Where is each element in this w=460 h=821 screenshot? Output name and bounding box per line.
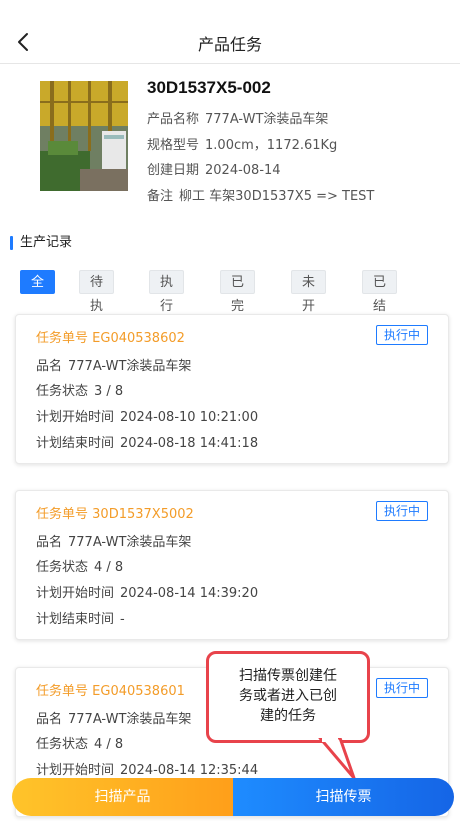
product-date-value: 2024-08-14 [205,163,281,178]
bottom-action-bar: 扫描产品 扫描传票 [12,778,454,816]
status-badge: 执行中 [375,678,428,698]
filter-completed[interactable]: 已完成 [220,270,256,338]
callout-annotation: 扫描传票创建任 务或者进入已创 建的任务 [206,651,370,743]
task-state: 任务状态 3 / 8 [36,384,124,399]
callout-text: 扫描传票创建任 务或者进入已创 建的任务 [239,668,337,724]
product-code: 30D1537X5-002 [147,78,271,97]
product-name-value: 777A-WT涂装品车架 [205,112,329,127]
task-state: 任务状态 4 / 8 [36,560,124,575]
task-number: 任务单号 30D1537X5002 [36,507,194,522]
product-info-panel: 30D1537X5-002 产品名称 777A-WT涂装品车架 规格型号 1.00c… [0,64,460,222]
task-plan-start: 计划开始时间 2024-08-14 14:39:20 [36,586,259,601]
product-name-row: 产品名称 777A-WT涂装品车架 [147,108,328,127]
callout-pointer [318,738,356,780]
task-product-name: 品名 777A-WT涂装品车架 [36,359,192,374]
product-remark-value: 柳工 车架30D1537X5 => TEST [179,189,375,204]
filter-pending[interactable]: 待执行 [79,270,115,338]
status-badge: 执行中 [375,325,428,345]
task-plan-end: 计划结束时间 - [36,612,125,627]
filter-ended[interactable]: 已结束 [362,270,398,338]
task-plan-start: 计划开始时间 2024-08-10 10:21:00 [36,410,259,425]
scan-ticket-button[interactable]: 扫描传票 [233,778,454,816]
task-state: 任务状态 4 / 8 [36,737,124,752]
task-plan-end: 计划结束时间 2024-08-18 14:41:18 [36,436,259,451]
task-product-name: 品名 777A-WT涂装品车架 [36,712,192,727]
task-card[interactable]: 任务单号 30D1537X5002 执行中 品名 777A-WT涂装品车架 任务状… [15,490,449,640]
product-photo [40,81,128,191]
task-plan-start: 计划开始时间 2024-08-14 12:35:44 [36,763,259,778]
product-spec-label: 规格型号 [147,138,200,153]
product-name-label: 产品名称 [147,112,200,127]
task-product-name: 品名 777A-WT涂装品车架 [36,535,192,550]
scan-product-button[interactable]: 扫描产品 [12,778,233,816]
filter-not-started[interactable]: 未开始 [291,270,327,338]
filter-all[interactable]: 全部 [20,270,56,314]
product-spec-row: 规格型号 1.00cm，1172.61Kg [147,134,337,153]
header-bar: 产品任务 [0,0,460,64]
product-spec-value: 1.00cm，1172.61Kg [205,138,338,153]
page-title: 产品任务 [197,35,262,54]
product-remark-label: 备注 [147,189,174,204]
task-card[interactable]: 任务单号 EG040538602 执行中 品名 777A-WT涂装品车架 任务状态… [15,314,449,464]
task-number: 任务单号 EG040538602 [36,331,185,346]
product-date-label: 创建日期 [147,163,200,178]
task-number: 任务单号 EG040538601 [36,684,185,699]
product-remark-row: 备注 柳工 车架30D1537X5 => TEST [147,185,374,204]
product-date-row: 创建日期 2024-08-14 [147,159,281,178]
filter-in-progress[interactable]: 执行中 [149,270,185,338]
status-badge: 执行中 [375,501,428,521]
section-title: 生产记录 [10,236,72,250]
